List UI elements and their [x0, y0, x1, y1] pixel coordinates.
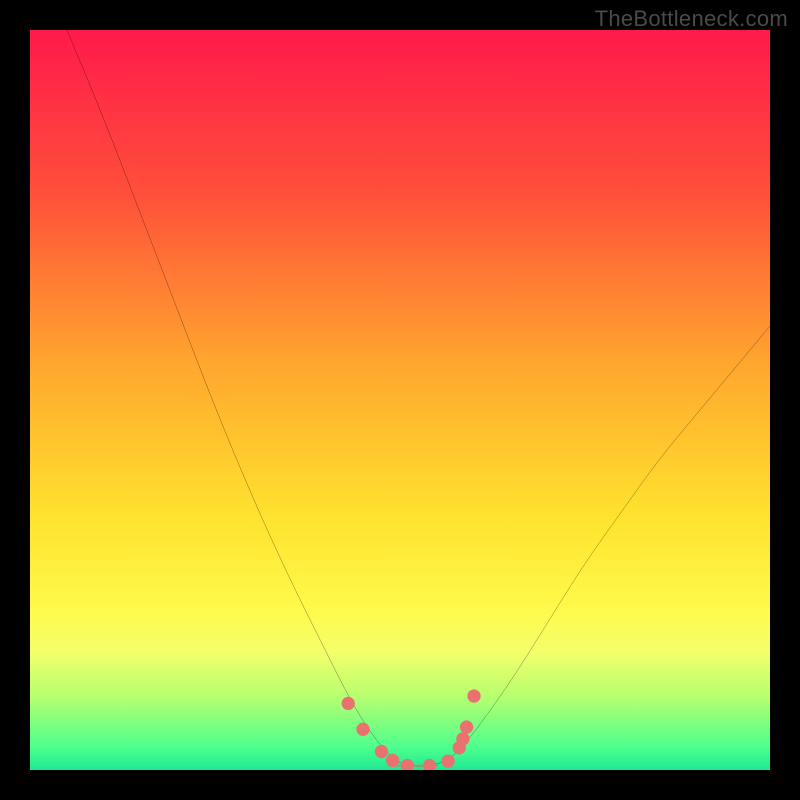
highlight-markers	[342, 689, 481, 770]
marker-dot	[342, 697, 355, 710]
bottleneck-curve-svg	[30, 30, 770, 770]
chart-frame: TheBottleneck.com	[0, 0, 800, 800]
marker-dot	[356, 723, 369, 736]
marker-dot	[423, 759, 436, 770]
marker-dot	[375, 745, 388, 758]
curve-group	[67, 30, 770, 770]
watermark-text: TheBottleneck.com	[595, 6, 788, 32]
bottleneck-curve-path	[67, 30, 770, 766]
marker-dot	[460, 720, 473, 733]
marker-dot	[441, 754, 454, 767]
marker-dot	[386, 754, 399, 767]
plot-area	[30, 30, 770, 770]
marker-dot	[467, 689, 480, 702]
marker-dot	[456, 732, 469, 745]
marker-dot	[401, 759, 414, 770]
